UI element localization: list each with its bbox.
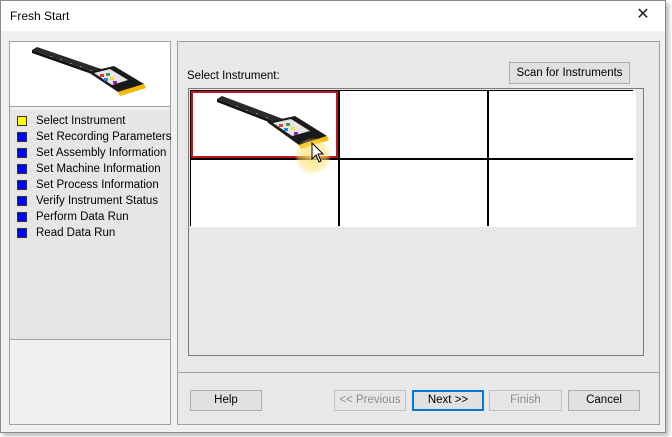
instrument-probe-icon (32, 47, 146, 96)
help-button[interactable]: Help (190, 390, 262, 411)
step-item-assembly-information: Set Assembly Information (10, 145, 170, 161)
previous-button[interactable]: << Previous (334, 390, 406, 411)
window-title: Fresh Start (10, 9, 70, 23)
step-item-verify-instrument-status: Verify Instrument Status (10, 193, 170, 209)
mouse-pointer-icon (311, 142, 325, 163)
step-label: Set Machine Information (36, 163, 161, 175)
fresh-start-dialog: Fresh Start ✕ Select Instrument Set Reco… (0, 0, 666, 433)
close-icon[interactable]: ✕ (635, 7, 651, 23)
scan-for-instruments-button[interactable]: Scan for Instruments (509, 62, 630, 84)
select-instrument-label: Select Instrument: (187, 70, 280, 82)
step-label: Set Recording Parameters (36, 131, 172, 143)
step-label: Verify Instrument Status (36, 195, 159, 207)
main-panel: Select Instrument: Scan for Instruments (177, 41, 660, 425)
instrument-grid (190, 90, 636, 227)
instrument-slot-5[interactable] (340, 160, 487, 227)
step-item-select-instrument: Select Instrument (10, 113, 170, 129)
sidebar-instrument-image (10, 42, 170, 107)
step-status-blue (17, 228, 27, 238)
footer-divider (178, 372, 659, 373)
step-status-blue (17, 148, 27, 158)
step-label: Set Assembly Information (36, 147, 167, 159)
next-button[interactable]: Next >> (412, 390, 484, 411)
instrument-slot-3[interactable] (489, 91, 636, 158)
instrument-grid-box (188, 88, 644, 356)
finish-button[interactable]: Finish (489, 390, 562, 411)
step-status-blue (17, 180, 27, 190)
step-status-blue (17, 196, 27, 206)
step-item-recording-parameters: Set Recording Parameters (10, 129, 172, 145)
step-label: Read Data Run (36, 227, 116, 239)
step-status-blue (17, 212, 27, 222)
cancel-button[interactable]: Cancel (568, 390, 640, 411)
step-label: Select Instrument (36, 115, 126, 127)
instrument-slot-2[interactable] (340, 91, 487, 158)
step-item-perform-data-run: Perform Data Run (10, 209, 170, 225)
step-item-process-information: Set Process Information (10, 177, 170, 193)
step-label: Perform Data Run (36, 211, 129, 223)
step-status-blue (17, 164, 27, 174)
title-bar: Fresh Start ✕ (1, 1, 665, 31)
step-label: Set Process Information (36, 179, 159, 191)
step-item-machine-information: Set Machine Information (10, 161, 170, 177)
wizard-steps-list: Select Instrument Set Recording Paramete… (10, 110, 172, 340)
wizard-sidebar: Select Instrument Set Recording Paramete… (9, 41, 172, 425)
step-status-yellow (17, 116, 27, 126)
step-item-read-data-run: Read Data Run (10, 225, 170, 241)
step-status-blue (17, 132, 27, 142)
sidebar-empty-area (10, 341, 170, 424)
instrument-slot-6[interactable] (489, 160, 636, 227)
